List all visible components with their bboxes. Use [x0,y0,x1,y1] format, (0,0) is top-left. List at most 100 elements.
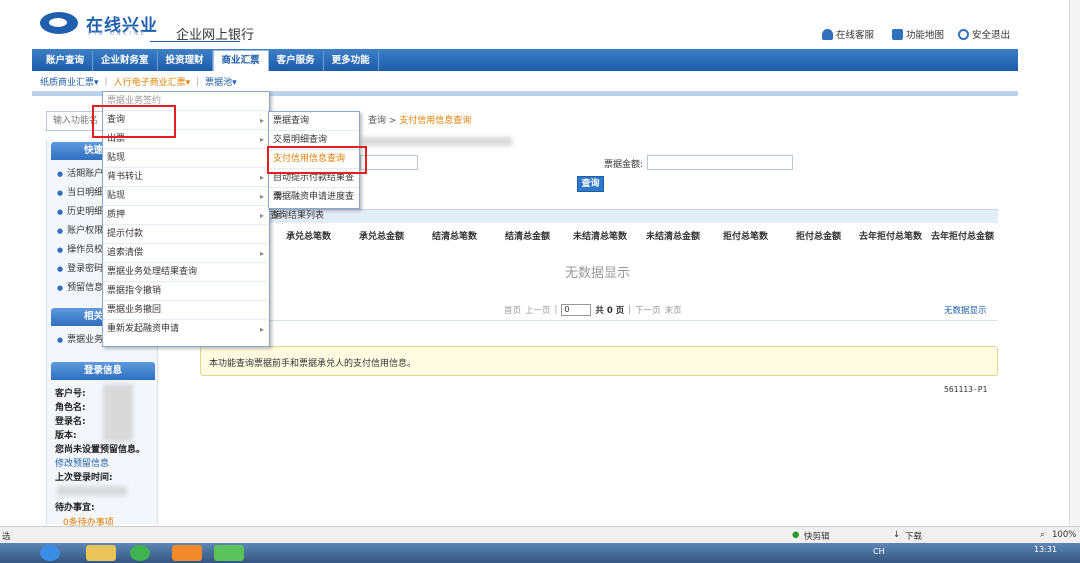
tab-account-query[interactable]: 账户查询 [38,51,94,71]
status-text: 选 [2,532,11,542]
ie-icon[interactable] [40,545,60,561]
page-number-input[interactable]: 0 [561,304,592,316]
pager-status: 无数据显示 [944,306,987,316]
info-notice: 本功能查询票据前手和票据承兑人的支付信用信息。 [200,346,998,376]
column-header: 拒付总笔数 [723,232,769,242]
menu-item-withdraw[interactable]: 票据业务撤回 [103,301,269,320]
online-service-link[interactable]: 在线客服 [822,27,874,41]
divider [176,320,998,321]
column-header: 未结清总笔数 [573,232,628,242]
logout-link[interactable]: 安全退出 [958,27,1010,41]
main-nav: 账户查询 企业财务室 投资理财 商业汇票 客户服务 更多功能 [32,49,1018,71]
submenu-financing-progress[interactable]: 票据融资申请进度查询 [269,188,359,221]
browser-status-bar: 选 ● 快剪辑 ↓ 下载 ⌕ 100% [0,526,1080,543]
column-header: 去年拒付总笔数 [859,232,923,242]
column-header: 承兑总笔数 [286,232,332,242]
last-login-label: 上次登录时间: [55,473,113,483]
first-page-link[interactable]: 首页 [504,304,521,316]
browser-icon[interactable] [130,545,150,561]
tab-finance[interactable]: 企业财务室 [93,51,158,71]
table-header: 承兑总笔数 承兑总金额 结清总笔数 结清总金额 未结清总笔数 未结清总金额 拒付… [176,226,998,242]
column-header: 结清总金额 [505,232,551,242]
sidebar-item[interactable]: 操作员校 [57,242,103,255]
column-header: 未结清总金额 [646,232,701,242]
highlight-box [92,105,176,138]
subnav-paper-bills[interactable]: 纸质商业汇票▾ [40,75,99,88]
sidebar-item[interactable]: 当日明细 [57,185,103,198]
taskbar: CH 13:31 [0,543,1080,563]
login-info-title: 登录信息 [51,362,155,380]
column-header: 承兑总金额 [359,232,405,242]
scrollbar[interactable] [1069,0,1080,526]
subnav-bill-pool[interactable]: 票据池▾ [205,75,237,88]
map-icon [892,28,903,40]
last-page-link[interactable]: 末页 [665,304,682,316]
tab-commercial-bills[interactable]: 商业汇票 [212,50,269,71]
download-icon[interactable]: ↓ [893,530,900,540]
column-header: 去年拒付总金额 [931,232,995,242]
menu-item-endorse[interactable]: 背书转让 [103,168,269,187]
subnav-electronic-bills[interactable]: 人行电子商业汇票▾ [114,75,191,88]
pagination: 首页 上一页 | 0 共 0 页 | 下一页 末页 [504,304,682,316]
menu-item-refinance[interactable]: 重新发起融资申请 [103,320,269,339]
role-name-label: 角色名: [55,403,86,413]
tab-investment[interactable]: 投资理财 [158,51,213,71]
sidebar-item[interactable]: 历史明细 [57,204,103,217]
reserved-info-notice: 您尚未设置预留信息。 [55,445,146,455]
menu-item-payment-prompt[interactable]: 提示付款 [103,225,269,244]
sidebar-item[interactable]: 活期账户 [57,166,103,179]
app-icon[interactable] [172,545,202,561]
next-page-link[interactable]: 下一页 [635,304,661,316]
quick-edit-icon[interactable]: ● [792,530,799,540]
quick-edit-label[interactable]: 快剪辑 [804,530,830,542]
language-indicator[interactable]: CH [873,547,885,556]
prev-page-link[interactable]: 上一页 [525,304,551,316]
todo-title: 待办事宜: [55,503,95,513]
logo-english: CIB ONLINE [88,31,147,37]
clock: 13:31 [1034,545,1058,554]
amount-input[interactable] [647,155,793,170]
header: 在线兴业 CIB ONLINE 企业网上银行 在线客服 功能地图 安全退出 [0,0,1080,48]
zoom-level[interactable]: 100% [1052,530,1076,540]
column-header: 结清总笔数 [432,232,478,242]
sidebar-item[interactable]: 票据业务 [57,332,103,345]
highlight-box [267,146,367,174]
modify-reserved-info-link[interactable]: 修改预留信息 [55,456,109,469]
menu-item-result-query[interactable]: 票据业务处理结果查询 [103,263,269,282]
menu-item-revoke[interactable]: 票据指令撤销 [103,282,269,301]
redacted-account [362,137,512,146]
query-button[interactable]: 查询 [577,176,604,192]
version-label: 版本: [55,431,77,441]
redacted-info [103,384,133,442]
function-map-link[interactable]: 功能地图 [892,27,944,41]
tab-customer-service[interactable]: 客户服务 [269,51,324,71]
bank-logo-icon [40,12,78,34]
download-label[interactable]: 下载 [905,530,922,542]
submenu-bill-query[interactable]: 票据查询 [269,112,359,131]
wechat-icon[interactable] [214,545,244,561]
total-pages: 共 0 页 [595,306,625,316]
sidebar-item[interactable]: 账户权限 [57,223,103,236]
column-header: 拒付总金额 [796,232,842,242]
menu-item-recourse[interactable]: 追索清偿 [103,244,269,263]
amount-label: 票据金额: [604,160,644,170]
breadcrumb: 查询 > 支付信用信息查询 [368,116,472,126]
person-icon [822,28,833,40]
no-data-message: 无数据显示 [565,266,631,281]
menu-item-pledge[interactable]: 质押 [103,206,269,225]
page-code: 561113-P1 [944,385,988,394]
redacted-time [57,486,127,496]
login-name-label: 登录名: [55,417,86,427]
sidebar-item[interactable]: 登录密码 [57,261,103,274]
logo-divider [150,41,240,42]
menu-item-discount-a[interactable]: 贴现 [103,149,269,168]
folder-icon[interactable] [86,545,116,561]
zoom-icon[interactable]: ⌕ [1040,530,1045,540]
drawer-input[interactable] [360,155,418,170]
power-icon [958,28,969,40]
tab-more[interactable]: 更多功能 [324,51,379,71]
customer-no-label: 客户号: [55,389,86,399]
sidebar-item[interactable]: 预留信息 [57,280,103,293]
menu-item-discount[interactable]: 贴现 [103,187,269,206]
sub-nav: 纸质商业汇票▾ | 人行电子商业汇票▾ | 票据池▾ [32,72,1018,92]
